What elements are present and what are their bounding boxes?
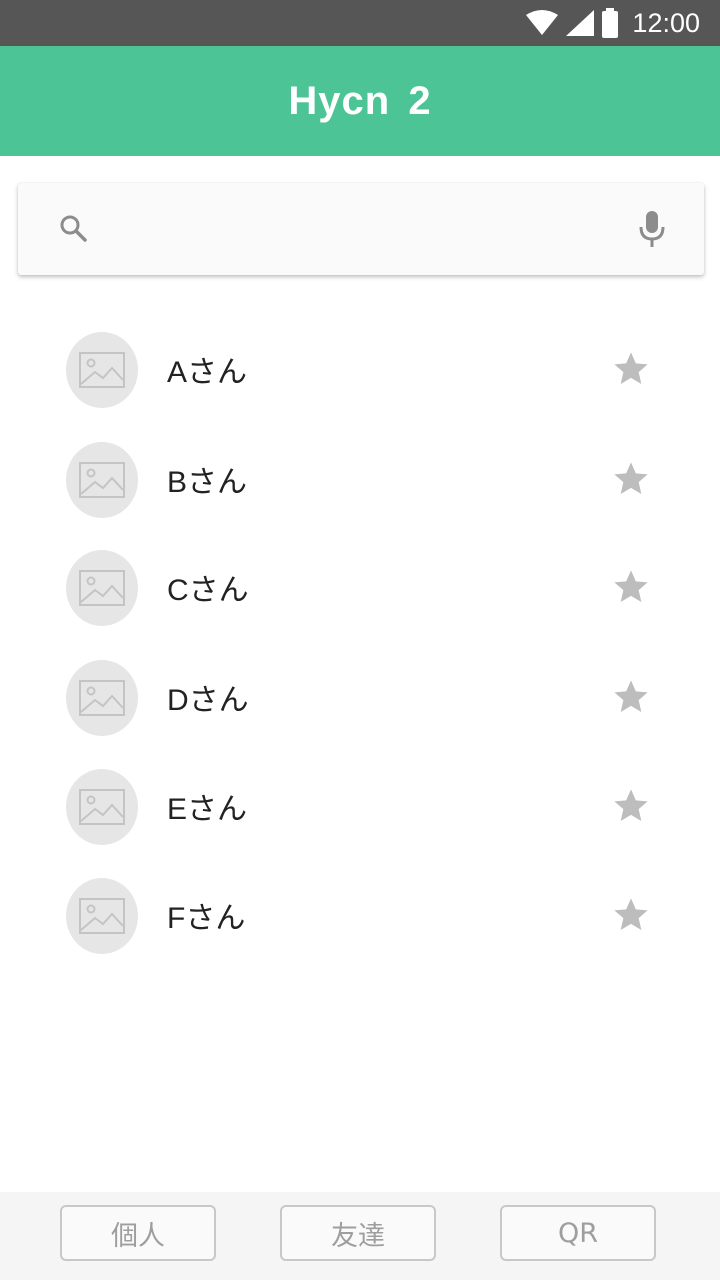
search-input[interactable] [118,205,622,255]
image-placeholder-icon [79,789,125,825]
app-bar: Hycn 2 [0,46,720,156]
star-icon[interactable] [611,459,651,499]
status-bar: 12:00 [0,0,720,46]
search-bar [18,183,704,275]
battery-icon [602,8,619,38]
star-icon[interactable] [611,786,651,826]
tab-qr[interactable]: QR [500,1205,656,1261]
contact-name: Cさん [167,574,249,607]
star-icon[interactable] [611,677,651,717]
status-time: 12:00 [632,7,700,38]
tab-personal[interactable]: 個人 [60,1205,216,1261]
contact-name: Dさん [167,684,249,717]
list-item[interactable]: Eさん [0,752,720,862]
status-icons: 12:00 [526,0,700,46]
star-icon[interactable] [611,567,651,607]
avatar [66,878,138,954]
avatar [66,660,138,736]
avatar [66,550,138,626]
contact-name: Fさん [167,902,246,935]
tab-friends[interactable]: 友達 [280,1205,436,1261]
list-item[interactable]: Dさん [0,643,720,753]
contact-name: Eさん [167,793,248,826]
contact-name: Bさん [167,466,248,499]
bottom-tab-bar: 個人 友達 QR [0,1192,720,1280]
list-item[interactable]: Cさん [0,533,720,643]
star-icon[interactable] [611,349,651,389]
contact-name: Aさん [167,356,248,389]
app-title: Hycn 2 [288,78,432,123]
wifi-icon [526,10,559,35]
avatar [66,442,138,518]
avatar [66,769,138,845]
image-placeholder-icon [79,352,125,388]
list-item[interactable]: Aさん [0,315,720,425]
star-icon[interactable] [611,895,651,935]
image-placeholder-icon [79,462,125,498]
image-placeholder-icon [79,680,125,716]
list-item[interactable]: Fさん [0,861,720,971]
mic-icon[interactable] [636,209,668,249]
image-placeholder-icon [79,570,125,606]
avatar [66,332,138,408]
search-icon[interactable] [58,213,90,245]
signal-icon [566,10,595,36]
image-placeholder-icon [79,898,125,934]
list-item[interactable]: Bさん [0,425,720,535]
